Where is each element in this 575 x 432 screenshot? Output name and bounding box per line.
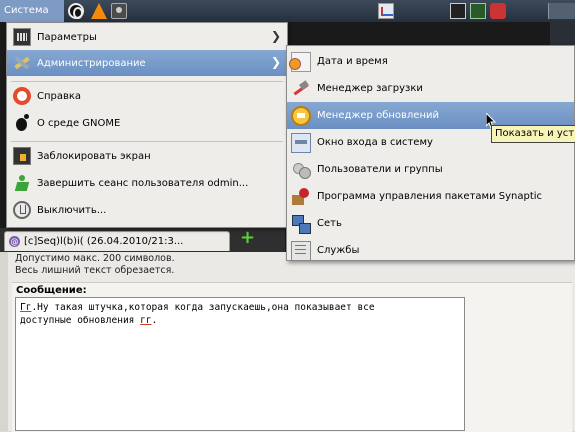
message-line-2: доступные обновления гг. xyxy=(20,314,460,327)
message-textarea[interactable]: Гг.Ну такая штучка,которая когда запуска… xyxy=(15,297,465,431)
menu-item-preferences[interactable]: Параметры ❯ xyxy=(7,24,287,50)
menu-item-label: О среде GNOME xyxy=(37,117,121,129)
system-menu-button[interactable]: Система xyxy=(0,0,64,22)
submenu-item-label: Дата и время xyxy=(317,56,388,67)
power-icon xyxy=(13,201,31,219)
menu-item-shutdown[interactable]: Выключить... xyxy=(7,197,287,223)
menu-item-label: Администрирование xyxy=(37,57,146,69)
network-icon xyxy=(291,214,311,234)
network-icon[interactable] xyxy=(490,3,506,19)
submenu-item-users-groups[interactable]: Пользователи и группы xyxy=(287,156,574,183)
tab-favicon-icon: @ xyxy=(9,236,20,247)
page-left-edge xyxy=(0,252,8,431)
screenshot-icon[interactable] xyxy=(111,3,127,19)
submenu-item-date-time[interactable]: Дата и время xyxy=(287,48,574,75)
submenu-item-label: Сеть xyxy=(317,218,342,229)
terminal-icon[interactable] xyxy=(450,3,466,19)
logout-icon xyxy=(13,174,31,192)
spellcheck-word: гг xyxy=(140,315,152,326)
submenu-item-label: Программа управления пакетами Synaptic xyxy=(317,191,543,202)
users-groups-icon xyxy=(291,160,311,180)
submenu-item-network[interactable]: Сеть xyxy=(287,210,574,237)
administration-submenu: Дата и время Менеджер загрузки Менеджер … xyxy=(286,45,575,261)
menu-item-logout[interactable]: Завершить сеанс пользователя odmin... xyxy=(7,170,287,196)
char-limit-hint: Допустимо макс. 200 символов. xyxy=(15,253,175,264)
submenu-item-services[interactable]: Службы xyxy=(287,237,574,264)
menu-item-label: Справка xyxy=(37,90,82,102)
boot-manager-icon xyxy=(291,79,311,99)
system-menu: Параметры ❯ Администрирование ❯ Справка … xyxy=(6,22,288,228)
submenu-item-boot-manager[interactable]: Менеджер загрузки xyxy=(287,75,574,102)
message-text: доступные обновления xyxy=(20,315,141,326)
synaptic-icon xyxy=(291,187,311,207)
menu-item-label: Заблокировать экран xyxy=(37,150,151,162)
menu-item-administration[interactable]: Администрирование ❯ xyxy=(7,50,287,76)
preferences-icon xyxy=(13,28,31,46)
opera-icon[interactable] xyxy=(68,3,84,19)
menu-separator xyxy=(11,81,283,82)
services-icon xyxy=(291,240,311,261)
new-tab-button[interactable]: + xyxy=(240,229,255,247)
menu-item-label: Параметры xyxy=(37,31,97,43)
spellcheck-word: Гг xyxy=(20,302,32,313)
menu-item-lock-screen[interactable]: Заблокировать экран xyxy=(7,143,287,169)
help-icon xyxy=(13,87,31,105)
workspace-switcher[interactable] xyxy=(548,3,575,19)
browser-tab[interactable]: @ [c]Seq)l(b)i( (26.04.2010/21:3... xyxy=(4,231,230,251)
login-window-icon xyxy=(291,132,311,153)
menu-separator xyxy=(11,141,283,142)
message-text: . xyxy=(151,315,158,326)
clock-icon xyxy=(289,51,311,72)
submenu-item-synaptic[interactable]: Программа управления пакетами Synaptic xyxy=(287,183,574,210)
message-text: .Ну такая штучка,которая когда запускаеш… xyxy=(31,302,375,313)
truncate-hint: Весь лишний текст обрезается. xyxy=(15,265,175,276)
gnome-foot-icon xyxy=(13,114,31,132)
menu-item-label: Выключить... xyxy=(37,204,107,216)
menu-item-help[interactable]: Справка xyxy=(7,83,287,109)
submenu-item-label: Менеджер обновлений xyxy=(317,110,439,121)
tooltip: Показать и уст xyxy=(491,125,575,143)
top-panel: Система xyxy=(0,0,575,22)
message-line-1: Гг.Ну такая штучка,которая когда запуска… xyxy=(20,301,460,314)
chevron-right-icon: ❯ xyxy=(270,29,281,43)
vlc-icon[interactable] xyxy=(91,3,107,19)
menu-item-about-gnome[interactable]: О среде GNOME xyxy=(7,110,287,136)
update-manager-icon xyxy=(291,105,311,126)
menu-item-label: Завершить сеанс пользователя odmin... xyxy=(37,177,249,189)
tab-title: [c]Seq)l(b)i( (26.04.2010/21:3... xyxy=(24,236,184,247)
lock-screen-icon xyxy=(13,147,31,165)
chevron-right-icon: ❯ xyxy=(270,55,281,69)
message-label: Сообщение: xyxy=(16,285,87,296)
submenu-item-label: Пользователи и группы xyxy=(317,164,443,175)
submenu-item-label: Окно входа в систему xyxy=(317,137,433,148)
administration-icon xyxy=(13,54,31,72)
network-monitor-icon[interactable] xyxy=(470,3,486,19)
submenu-item-label: Службы xyxy=(317,245,360,256)
system-monitor-icon[interactable] xyxy=(378,3,394,19)
submenu-item-label: Менеджер загрузки xyxy=(317,83,423,94)
